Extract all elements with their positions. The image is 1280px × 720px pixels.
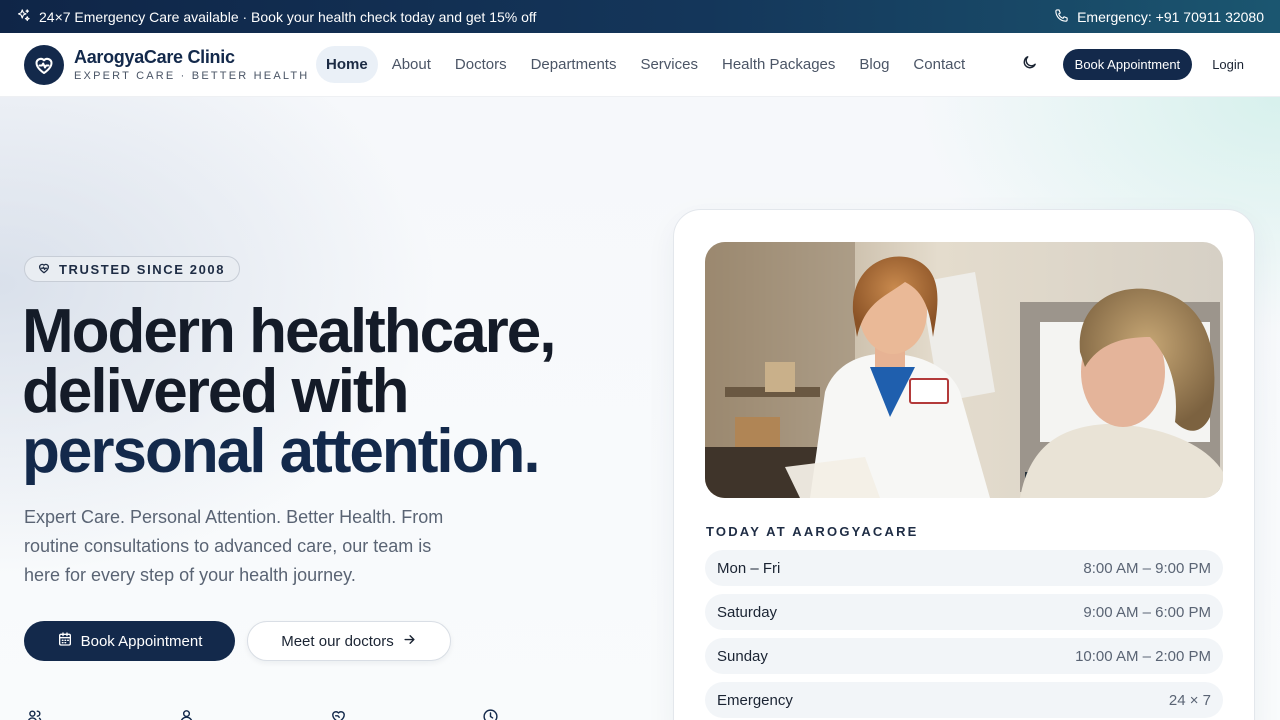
- nav-item-home[interactable]: Home: [316, 46, 378, 83]
- doctor-patient-photo: [705, 242, 1223, 498]
- nav-menu: Home About Doctors Departments Services …: [316, 46, 975, 83]
- announcement-bar: 24×7 Emergency Care available · Book you…: [0, 0, 1280, 33]
- hours-row: Sunday 10:00 AM – 2:00 PM: [705, 638, 1223, 674]
- headline-line-2: delivered with: [22, 357, 409, 426]
- emergency-phone-link[interactable]: Emergency: +91 70911 32080: [1054, 8, 1264, 26]
- users-icon: [26, 708, 43, 720]
- nav-item-about[interactable]: About: [382, 46, 441, 83]
- hours-day: Emergency: [717, 691, 793, 709]
- nav-item-services[interactable]: Services: [630, 46, 708, 83]
- emergency-text: Emergency: +91 70911 32080: [1077, 8, 1264, 25]
- hours-row: Saturday 9:00 AM – 6:00 PM: [705, 594, 1223, 630]
- cta-secondary-label: Meet our doctors: [281, 632, 394, 650]
- nav-item-doctors[interactable]: Doctors: [445, 46, 517, 83]
- headline-line-1: Modern healthcare,: [22, 297, 556, 366]
- brand-logo-link[interactable]: AarogyaCare Clinic EXPERT CARE · BETTER …: [24, 44, 316, 85]
- hours-row: Emergency 24 × 7: [705, 682, 1223, 718]
- cta-primary-label: Book Appointment: [80, 632, 203, 650]
- hero-book-appointment-button[interactable]: Book Appointment: [24, 621, 235, 661]
- hours-day: Saturday: [717, 603, 778, 621]
- hours-row: Mon – Fri 8:00 AM – 9:00 PM: [705, 550, 1223, 586]
- moon-icon: [1021, 54, 1038, 76]
- calendar-icon: [57, 631, 73, 651]
- heart-pulse-icon: [24, 44, 64, 85]
- hero-lead: Expert Care. Personal Attention. Better …: [24, 507, 444, 585]
- brand-name: AarogyaCare Clinic: [74, 47, 235, 67]
- brand-tagline: EXPERT CARE · BETTER HEALTH: [74, 70, 310, 82]
- sparkles-icon: [16, 8, 31, 26]
- user-icon: [178, 708, 195, 720]
- nav-item-health-packages[interactable]: Health Packages: [712, 46, 845, 83]
- hours-time: 9:00 AM – 6:00 PM: [1083, 603, 1211, 621]
- clinic-hours-card: TODAY AT AAROGYACARE Mon – Fri 8:00 AM –…: [673, 209, 1255, 720]
- phone-icon: [1054, 8, 1069, 26]
- badge-text: TRUSTED SINCE 2008: [59, 261, 226, 277]
- login-link[interactable]: Login: [1210, 57, 1256, 72]
- hero-headline: Modern healthcare, delivered with person…: [22, 301, 622, 483]
- hours-label: TODAY AT AAROGYACARE: [706, 524, 919, 539]
- promo-text: 24×7 Emergency Care available · Book you…: [39, 8, 537, 25]
- nav-item-contact[interactable]: Contact: [903, 46, 975, 83]
- arrow-right-icon: [402, 632, 417, 651]
- heart-handshake-icon: [330, 708, 347, 720]
- clock-icon: [482, 708, 499, 720]
- stats-row: [26, 708, 499, 720]
- trusted-badge: TRUSTED SINCE 2008: [24, 256, 241, 282]
- headline-accent: personal attention.: [22, 417, 541, 486]
- hours-day: Mon – Fri: [717, 559, 781, 577]
- hours-time: 10:00 AM – 2:00 PM: [1075, 647, 1211, 665]
- heart-pulse-icon: [37, 261, 51, 278]
- main-navigation: AarogyaCare Clinic EXPERT CARE · BETTER …: [0, 33, 1280, 97]
- nav-book-appointment-button[interactable]: Book Appointment: [1062, 49, 1193, 80]
- hero-cta-group: Book Appointment Meet our doctors: [24, 621, 451, 661]
- hours-time: 24 × 7: [1168, 691, 1211, 709]
- theme-toggle-button[interactable]: [1015, 50, 1045, 80]
- nav-item-departments[interactable]: Departments: [521, 46, 627, 83]
- nav-item-blog[interactable]: Blog: [849, 46, 899, 83]
- meet-doctors-button[interactable]: Meet our doctors: [247, 621, 451, 661]
- hours-time: 8:00 AM – 9:00 PM: [1083, 559, 1211, 577]
- hours-list: Mon – Fri 8:00 AM – 9:00 PM Saturday 9:0…: [705, 550, 1223, 720]
- hours-day: Sunday: [717, 647, 768, 665]
